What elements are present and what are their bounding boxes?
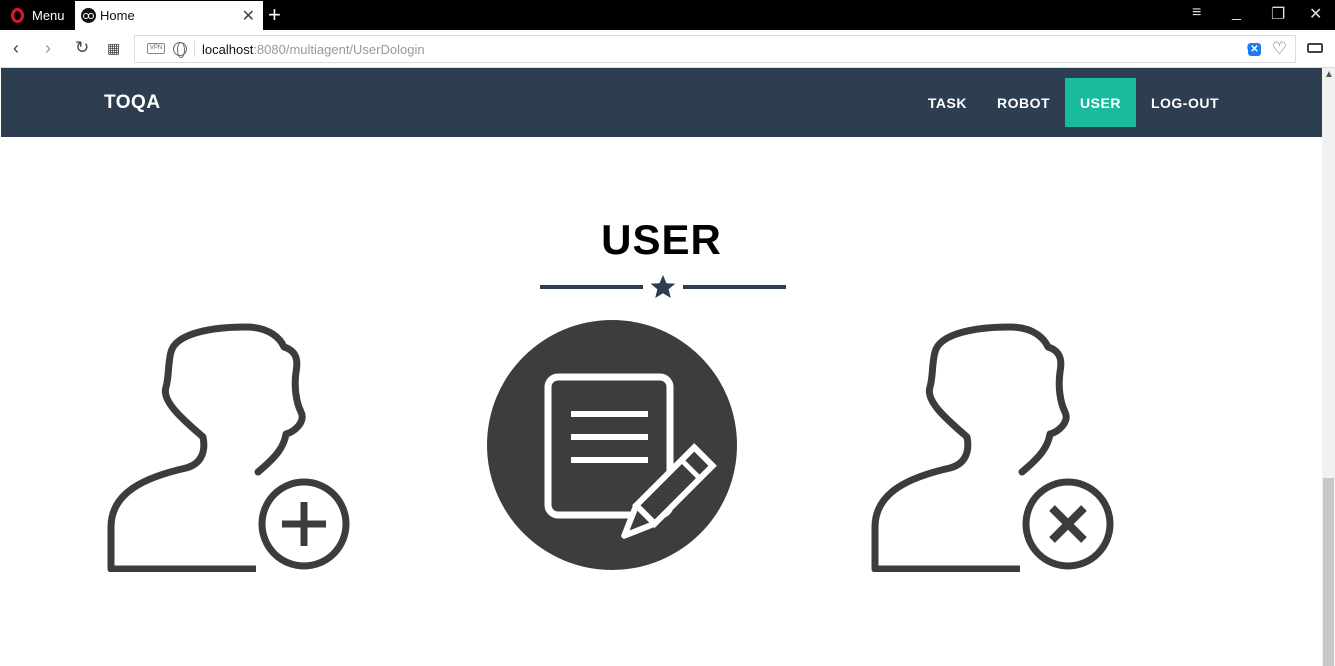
web-page: TOQA TASK ROBOT USER LOG-OUT USER [1,68,1322,666]
browser-tab-strip: Menu Home ✕ + ≡ _ ❐ ✕ [0,0,1335,30]
restore-icon[interactable]: ❐ [1271,4,1285,24]
browser-address-bar: ‹ › ↻ ▦ VPN localhost:8080/multiagent/Us… [0,30,1335,68]
minimize-icon[interactable]: _ [1232,4,1241,22]
nav-item-task[interactable]: TASK [913,78,982,127]
vpn-badge[interactable]: VPN [147,43,165,54]
star-icon [650,275,676,298]
url-host: localhost [202,42,254,57]
reload-icon[interactable]: ↻ [75,38,89,58]
bookmark-heart-icon[interactable]: ♡ [1272,39,1287,59]
tab-favicon-icon [81,8,96,23]
nav-item-user[interactable]: USER [1065,78,1136,127]
url-path: :8080/multiagent/UserDologin [253,42,425,57]
tab-close-icon[interactable]: ✕ [242,6,255,26]
new-tab-button[interactable]: + [268,2,281,28]
title-divider [540,275,786,298]
nav-item-logout[interactable]: LOG-OUT [1136,78,1234,127]
browser-tab-home[interactable]: Home ✕ [75,1,263,30]
url-text[interactable]: localhost:8080/multiagent/UserDologin [202,42,425,57]
forward-icon[interactable]: › [45,38,51,59]
scroll-up-icon[interactable]: ▲ [1324,69,1334,80]
site-brand[interactable]: TOQA [104,92,161,114]
window-close-icon[interactable]: ✕ [1309,4,1322,24]
globe-icon [173,42,187,58]
add-user-icon[interactable] [106,322,356,572]
nav-menu: TASK ROBOT USER LOG-OUT [913,78,1234,127]
url-separator [194,41,195,57]
browser-menu-label: Menu [32,7,65,23]
opera-logo-icon [11,7,24,23]
site-navbar: TOQA TASK ROBOT USER LOG-OUT [1,68,1322,137]
nav-item-robot[interactable]: ROBOT [982,78,1065,127]
tab-menu-icon[interactable]: ≡ [1192,4,1201,22]
browser-menu-button[interactable]: Menu [0,0,74,30]
tab-title: Home [100,8,135,23]
scrollbar-thumb[interactable] [1323,478,1334,666]
page-title: USER [601,216,722,263]
battery-saver-icon[interactable] [1307,43,1323,53]
remove-user-icon[interactable] [870,322,1120,572]
speed-dial-icon[interactable]: ▦ [107,40,120,57]
page-scrollbar[interactable]: ▲ [1322,68,1335,666]
edit-document-icon[interactable] [486,319,738,571]
ad-block-icon[interactable]: ✕ [1248,43,1261,56]
url-field[interactable]: VPN localhost:8080/multiagent/UserDologi… [134,35,1296,63]
back-icon[interactable]: ‹ [13,38,19,59]
